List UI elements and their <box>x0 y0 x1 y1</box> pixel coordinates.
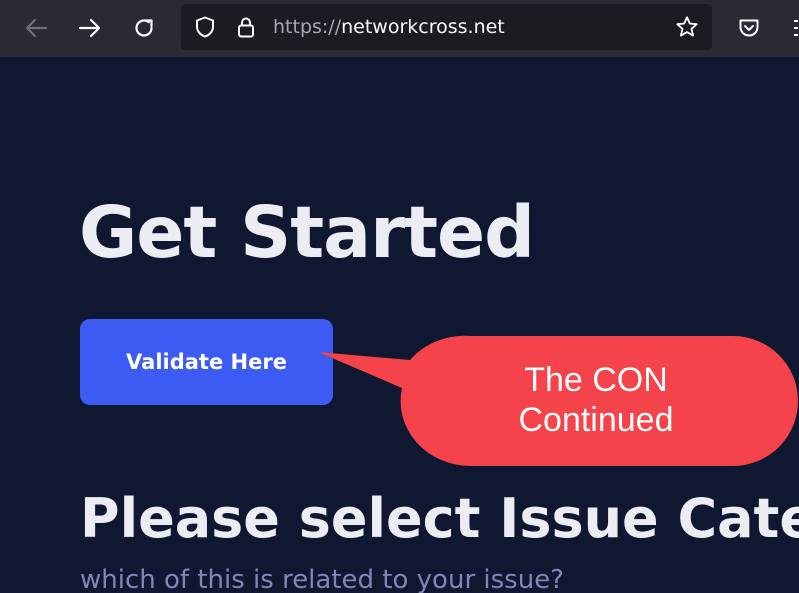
star-icon <box>676 16 698 37</box>
section-title: Please select Issue Categ <box>80 487 799 550</box>
back-arrow-icon <box>25 18 48 38</box>
url-text[interactable]: https://networkcross.net <box>273 16 505 38</box>
validate-button[interactable]: Validate Here <box>80 319 333 405</box>
tracking-protection-button[interactable] <box>193 15 217 39</box>
reload-button[interactable] <box>126 10 162 46</box>
lock-icon <box>238 17 254 38</box>
browser-toolbar: https://networkcross.net <box>0 0 799 57</box>
back-button[interactable] <box>18 10 54 46</box>
url-host: networkcross.net <box>341 16 505 38</box>
bookmark-button[interactable] <box>675 15 699 39</box>
callout-text: The CON Continued <box>398 360 794 440</box>
callout-line-2: Continued <box>518 401 674 439</box>
shield-icon <box>196 16 214 38</box>
forward-arrow-icon <box>78 18 101 38</box>
page-content: Get Started Validate Here Please select … <box>0 57 799 593</box>
pocket-icon <box>739 19 759 37</box>
site-info-button[interactable] <box>234 15 258 39</box>
menu-icon <box>794 20 798 36</box>
page-title: Get Started <box>79 191 535 274</box>
url-protocol: https:// <box>273 16 342 38</box>
pocket-button[interactable] <box>731 10 767 46</box>
address-bar[interactable]: https://networkcross.net <box>181 4 712 50</box>
overflow-menu-edge[interactable] <box>792 16 798 42</box>
section-subtitle: which of this is related to your issue? <box>80 565 564 593</box>
reload-icon <box>135 19 153 37</box>
forward-button[interactable] <box>72 10 108 46</box>
callout-line-1: The CON <box>524 361 668 399</box>
